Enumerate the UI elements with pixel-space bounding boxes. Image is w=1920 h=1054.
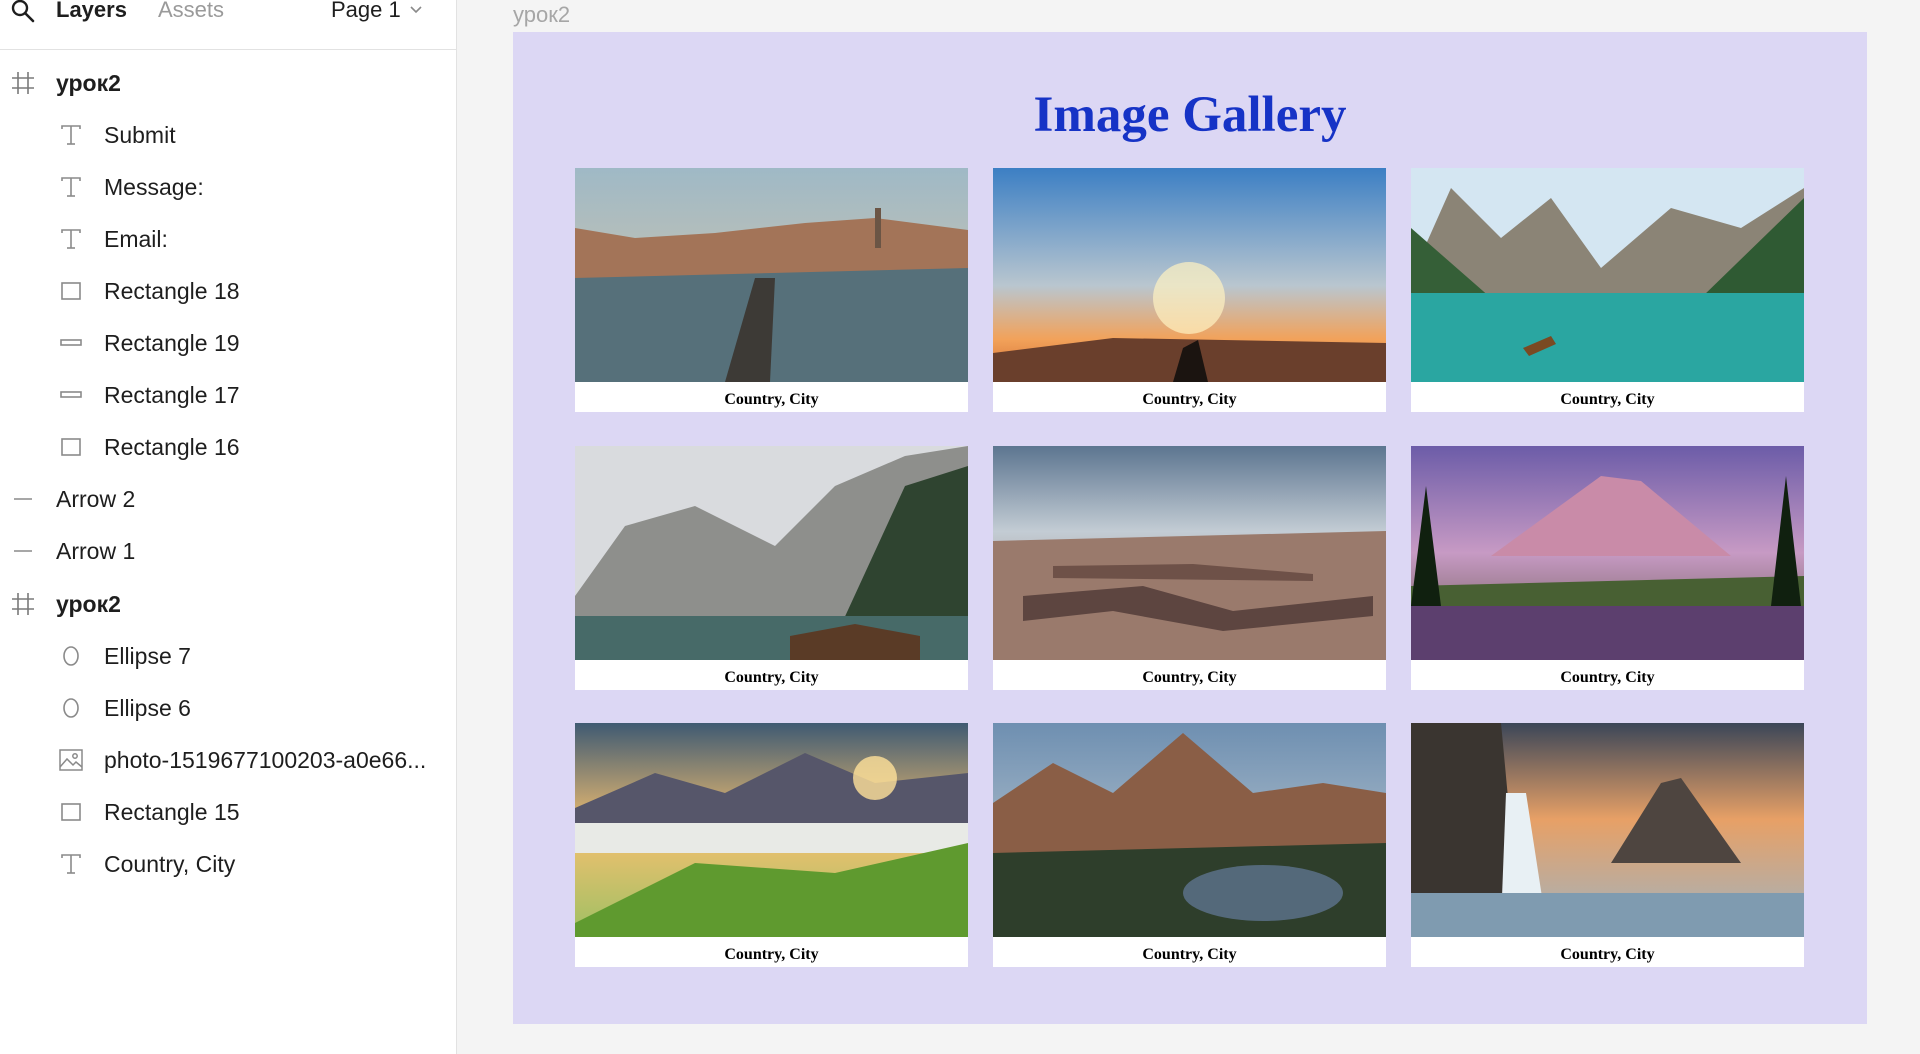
- layer-label: Rectangle 15: [104, 798, 240, 825]
- gallery-card[interactable]: Country, City: [575, 168, 968, 412]
- gallery-card[interactable]: Country, City: [1411, 168, 1804, 412]
- card-caption: Country, City: [1142, 946, 1237, 963]
- layer-row[interactable]: Arrow 2: [0, 473, 456, 525]
- gallery-title: Image Gallery: [1033, 87, 1347, 143]
- line-icon: [58, 330, 84, 356]
- page-selector[interactable]: Page 1: [331, 0, 423, 24]
- frame-name-label[interactable]: урок2: [513, 2, 570, 28]
- sunset-silhouette-photo: [993, 168, 1386, 382]
- card-caption: Country, City: [1560, 391, 1655, 408]
- card-caption: Country, City: [1560, 946, 1655, 963]
- gallery-card[interactable]: Country, City: [993, 446, 1386, 690]
- layer-label: Rectangle 16: [104, 433, 240, 460]
- card-caption: Country, City: [724, 946, 819, 963]
- layer-row[interactable]: урок2: [0, 578, 456, 630]
- layer-label: Email:: [104, 225, 168, 252]
- card-caption: Country, City: [1142, 669, 1237, 686]
- layer-row[interactable]: Rectangle 17: [0, 369, 456, 421]
- layer-label: Arrow 1: [56, 537, 136, 564]
- gallery-card[interactable]: Country, City: [993, 168, 1386, 412]
- layer-label: Rectangle 18: [104, 277, 240, 304]
- layer-label: Submit: [104, 121, 176, 148]
- chevron-down-icon: [410, 6, 422, 14]
- layer-label: Rectangle 17: [104, 381, 240, 408]
- gallery-card[interactable]: Country, City: [575, 446, 968, 690]
- gallery-card[interactable]: Country, City: [993, 723, 1386, 967]
- layers-panel: Layers Assets Page 1 урок2 Submit Message:…: [0, 0, 457, 1054]
- rectangle-icon: [58, 434, 84, 460]
- layer-row[interactable]: Submit: [0, 109, 456, 161]
- waterfall-mountain-photo: [1411, 723, 1804, 937]
- layer-label: Arrow 2: [56, 485, 136, 512]
- gallery-card[interactable]: Country, City: [575, 723, 968, 967]
- layer-row[interactable]: урок2: [0, 57, 456, 109]
- mountain-valley-lake-photo: [993, 723, 1386, 937]
- card-caption: Country, City: [1142, 391, 1237, 408]
- layer-row[interactable]: Country, City: [0, 838, 456, 890]
- layer-row[interactable]: Rectangle 18: [0, 265, 456, 317]
- layer-label: урок2: [56, 69, 121, 96]
- arrow-line-icon: [10, 538, 36, 564]
- mountain-lake-cabin-photo: [575, 446, 968, 660]
- text-icon: [58, 851, 84, 877]
- canyon-landscape-photo: [993, 446, 1386, 660]
- card-caption: Country, City: [724, 391, 819, 408]
- layer-label: урок2: [56, 590, 121, 617]
- layer-label: Country, City: [104, 850, 236, 877]
- layer-row[interactable]: Rectangle 19: [0, 317, 456, 369]
- layer-label: photo-1519677100203-a0e66...: [104, 746, 427, 773]
- gallery-card[interactable]: Country, City: [1411, 446, 1804, 690]
- ellipse-icon: [58, 695, 84, 721]
- gallery-card[interactable]: Country, City: [1411, 723, 1804, 967]
- search-icon[interactable]: [11, 0, 35, 24]
- layer-row[interactable]: Email:: [0, 213, 456, 265]
- rectangle-icon: [58, 278, 84, 304]
- tab-assets[interactable]: Assets: [158, 0, 224, 24]
- layer-row[interactable]: Rectangle 15: [0, 786, 456, 838]
- layer-label: Rectangle 19: [104, 329, 240, 356]
- layer-row[interactable]: Rectangle 16: [0, 421, 456, 473]
- layer-label: Message:: [104, 173, 204, 200]
- alpine-lake-boat-photo: [1411, 168, 1804, 382]
- ellipse-icon: [58, 643, 84, 669]
- text-icon: [58, 122, 84, 148]
- rectangle-icon: [58, 799, 84, 825]
- card-caption: Country, City: [724, 669, 819, 686]
- line-icon: [58, 382, 84, 408]
- layer-label: Ellipse 6: [104, 694, 191, 721]
- page-selector-label: Page 1: [331, 0, 401, 22]
- layer-row[interactable]: Arrow 1: [0, 525, 456, 577]
- layer-row[interactable]: Ellipse 6: [0, 682, 456, 734]
- tab-layers[interactable]: Layers: [56, 0, 127, 24]
- arrow-line-icon: [10, 486, 36, 512]
- layer-row[interactable]: Message:: [0, 161, 456, 213]
- panel-header: Layers Assets Page 1: [0, 0, 456, 50]
- layer-row[interactable]: Ellipse 7: [0, 630, 456, 682]
- layer-row[interactable]: photo-1519677100203-a0e66...: [0, 734, 456, 786]
- text-icon: [58, 226, 84, 252]
- mountain-reflection-photo: [1411, 446, 1804, 660]
- layer-label: Ellipse 7: [104, 642, 191, 669]
- frame-icon: [10, 591, 36, 617]
- card-caption: Country, City: [1560, 669, 1655, 686]
- text-icon: [58, 174, 84, 200]
- image-icon: [58, 747, 84, 773]
- gallery-frame[interactable]: Image Gallery Country, City Country, City…: [513, 32, 1867, 1024]
- prague-bridge-photo: [575, 168, 968, 382]
- green-hills-sunrise-photo: [575, 723, 968, 937]
- frame-icon: [10, 70, 36, 96]
